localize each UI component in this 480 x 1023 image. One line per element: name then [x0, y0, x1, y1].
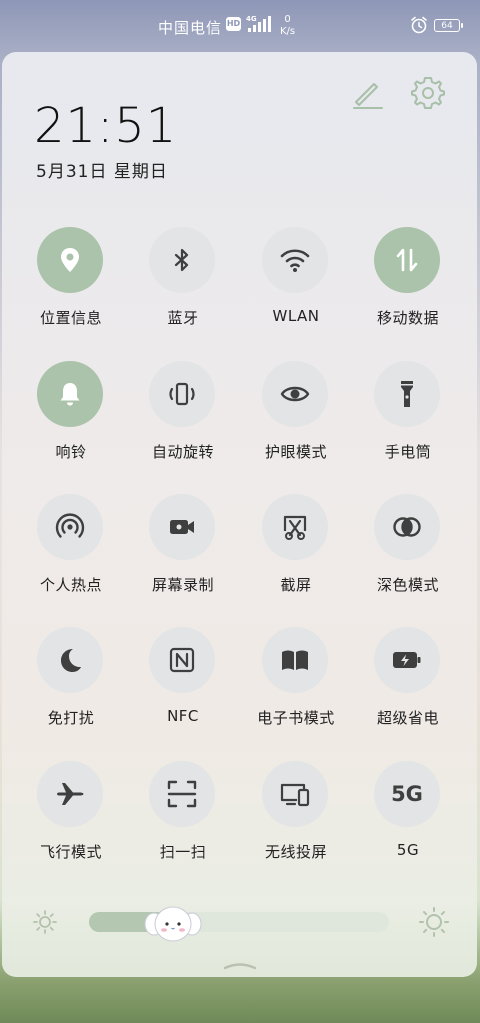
toggle-label: 蓝牙: [167, 309, 199, 327]
toggle-hotspot[interactable]: 个人热点: [15, 494, 127, 614]
edit-icon[interactable]: [350, 76, 384, 110]
toggle-super-power-saving[interactable]: 超级省电: [352, 627, 464, 747]
toggle-label: 屏幕录制: [151, 576, 214, 594]
toggle-label: 电子书模式: [257, 709, 335, 727]
brightness-low-icon: [33, 910, 57, 934]
toggle-flashlight[interactable]: 手电筒: [352, 361, 464, 481]
network-type: 4G: [246, 15, 257, 23]
toggle-screenshot[interactable]: 截屏: [240, 494, 352, 614]
toggle-label: 飞行模式: [39, 843, 102, 861]
toggle-location[interactable]: 位置信息: [15, 227, 127, 347]
toggle-scan[interactable]: 扫一扫: [127, 761, 239, 881]
toggle-circle[interactable]: [374, 494, 440, 560]
toggle-circle[interactable]: [149, 227, 215, 293]
toggle-circle[interactable]: [262, 361, 328, 427]
eye-icon: [280, 386, 310, 402]
toggle-circle[interactable]: [262, 494, 328, 560]
scan-icon: [167, 780, 197, 808]
toggle-label: 扫一扫: [159, 843, 207, 861]
location-icon: [61, 248, 79, 272]
toggle-circle[interactable]: [149, 761, 215, 827]
toggle-circle[interactable]: [262, 227, 328, 293]
clock-time: 21:51: [34, 98, 178, 154]
alarm-icon: [411, 16, 427, 34]
battery-saver-icon: [393, 652, 421, 668]
moon-icon: [61, 649, 81, 672]
nfc-icon: [169, 647, 195, 673]
signal-4g-icon: 4G: [246, 15, 271, 32]
brightness-slider-thumb[interactable]: [144, 900, 202, 944]
toggle-bluetooth[interactable]: 蓝牙: [127, 227, 239, 347]
bluetooth-icon: [174, 248, 189, 272]
toggle-label: 深色模式: [376, 576, 439, 594]
toggle-ring[interactable]: 响铃: [15, 361, 127, 481]
toggle-label: 响铃: [55, 443, 87, 461]
toggle-do-not-disturb[interactable]: 免打扰: [15, 627, 127, 747]
toggle-eye-care[interactable]: 护眼模式: [240, 361, 352, 481]
toggle-label: 移动数据: [376, 309, 439, 327]
toggle-circle[interactable]: [149, 627, 215, 693]
toggle-circle[interactable]: [149, 494, 215, 560]
toggle-circle[interactable]: 5G: [374, 761, 440, 827]
toggle-circle[interactable]: [37, 627, 103, 693]
toggle-circle[interactable]: [374, 227, 440, 293]
brightness-high-icon: [419, 907, 449, 937]
toggle-circle[interactable]: [262, 627, 328, 693]
toggle-circle[interactable]: [37, 761, 103, 827]
dark-mode-icon: [393, 517, 421, 537]
toggle-wlan[interactable]: WLAN: [240, 227, 352, 347]
toggle-circle[interactable]: [37, 361, 103, 427]
hotspot-icon: [55, 513, 85, 538]
network-speed: 0 K/s: [280, 14, 295, 38]
airplane-icon: [57, 783, 84, 805]
rotate-icon: [169, 382, 195, 406]
toggle-5g[interactable]: 5G 5G: [352, 761, 464, 881]
toggle-screen-record[interactable]: 屏幕录制: [127, 494, 239, 614]
toggle-dark-mode[interactable]: 深色模式: [352, 494, 464, 614]
status-bar: 中国电信 HD 4G 0 K/s 64: [0, 0, 480, 52]
toggle-label: NFC: [167, 707, 199, 725]
toggle-label: 手电筒: [384, 443, 432, 461]
screenshot-icon: [283, 515, 307, 540]
toggle-auto-rotate[interactable]: 自动旋转: [127, 361, 239, 481]
toggle-circle[interactable]: [374, 627, 440, 693]
book-icon: [282, 650, 308, 670]
toggle-circle[interactable]: [374, 361, 440, 427]
flashlight-icon: [401, 381, 413, 407]
mobile-data-icon: [396, 248, 418, 272]
toggle-circle[interactable]: [149, 361, 215, 427]
toggle-label: 5G: [396, 841, 420, 859]
toggle-wireless-projection[interactable]: 无线投屏: [240, 761, 352, 881]
toggle-circle[interactable]: [37, 494, 103, 560]
toggle-nfc[interactable]: NFC: [127, 627, 239, 747]
speed-value: 0: [284, 14, 291, 25]
toggle-label: 自动旋转: [151, 443, 214, 461]
toggle-label: 位置信息: [39, 309, 102, 327]
toggle-label: 护眼模式: [264, 443, 327, 461]
5g-icon: 5G: [391, 782, 423, 806]
toggle-label: 个人热点: [39, 576, 102, 594]
toggle-ebook-mode[interactable]: 电子书模式: [240, 627, 352, 747]
gear-icon[interactable]: [410, 74, 446, 110]
toggle-circle[interactable]: [262, 761, 328, 827]
cast-icon: [280, 783, 310, 807]
hd-badge: HD: [226, 17, 241, 31]
toggle-label: 超级省电: [376, 709, 439, 727]
toggle-label: 截屏: [280, 576, 312, 594]
battery-indicator: 64: [434, 19, 463, 32]
carrier-name: 中国电信: [158, 19, 223, 37]
screen-record-icon: [170, 520, 194, 534]
toggle-label: 免打扰: [47, 709, 95, 727]
speed-unit: K/s: [280, 26, 296, 37]
toggle-label: WLAN: [272, 307, 320, 325]
wifi-icon: [280, 249, 310, 272]
toggle-mobile-data[interactable]: 移动数据: [352, 227, 464, 347]
clock-date: 5月31日 星期日: [36, 162, 168, 182]
panel-collapse-handle[interactable]: [222, 958, 258, 972]
toggle-airplane-mode[interactable]: 飞行模式: [15, 761, 127, 881]
brightness-slider[interactable]: [89, 912, 389, 932]
toggle-label: 无线投屏: [264, 843, 327, 861]
toggle-circle[interactable]: [37, 227, 103, 293]
bell-icon: [60, 383, 80, 406]
